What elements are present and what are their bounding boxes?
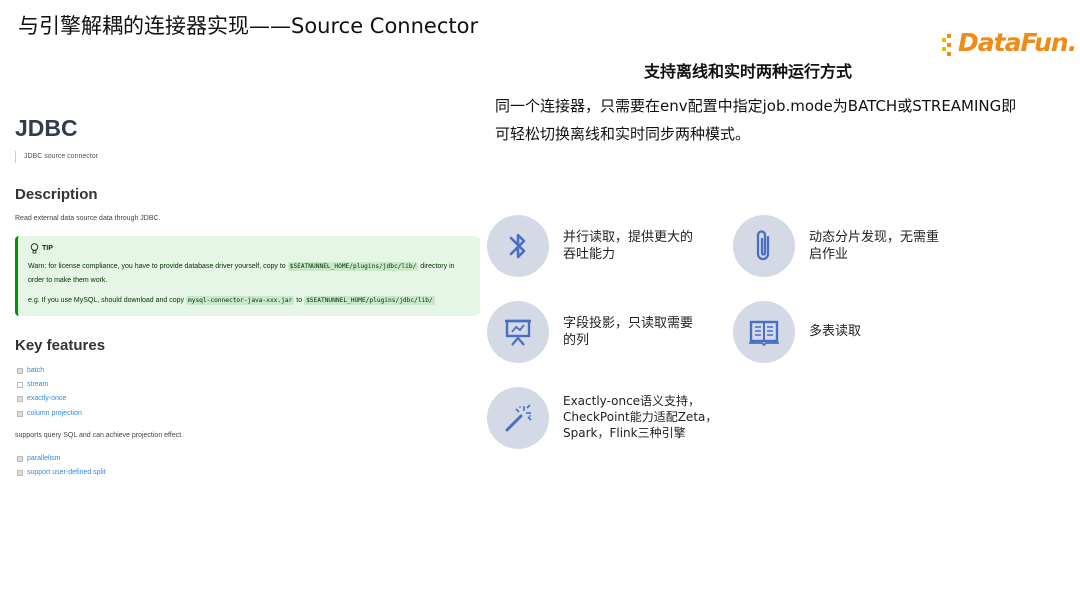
feature-text-line: 并行读取，提供更大的	[563, 230, 694, 245]
doc-subtitle: JDBC source connector	[15, 151, 98, 163]
feature-text-line: 启作业	[809, 247, 849, 262]
para-line: 可轻松切换离线和实时同步两种模式。	[495, 125, 751, 143]
jdbc-doc-panel: JDBC JDBC source connector Description R…	[14, 105, 480, 485]
tip-header: TIP	[30, 243, 53, 254]
para-line: 同一个连接器，只需要在env配置中指定job.mode为BATCH或STREAM…	[495, 97, 1017, 115]
feature-label: column projection	[27, 410, 82, 417]
feature-item[interactable]: support user-defined split	[17, 469, 106, 476]
right-paragraph: 同一个连接器，只需要在env配置中指定job.mode为BATCH或STREAM…	[495, 92, 1055, 148]
feature-item[interactable]: column projection	[17, 410, 82, 417]
checkbox-icon	[17, 469, 23, 476]
feature-parallel-read: 并行读取，提供更大的 吞吐能力	[487, 215, 693, 277]
feature-label: parallelism	[27, 455, 61, 462]
tip-line-3: e.g. If you use MySQL, should download a…	[28, 294, 435, 308]
presentation-icon	[487, 301, 549, 363]
tip-text: directory in	[420, 263, 455, 270]
tip-box: TIP Warn: for license compliance, you ha…	[15, 236, 480, 316]
checkbox-icon	[17, 455, 23, 462]
logo-text: DataFun.	[958, 28, 1077, 57]
feature-item[interactable]: exactly-once	[17, 395, 66, 402]
feature-text-line: 的列	[563, 333, 590, 348]
feature-dynamic-split: 动态分片发现，无需重 启作业	[733, 215, 939, 277]
magic-wand-icon	[487, 387, 549, 449]
feature-label: exactly-once	[27, 395, 67, 402]
slide-title: 与引擎解耦的连接器实现——Source Connector	[18, 14, 479, 38]
checkbox-icon	[17, 367, 23, 374]
doc-title: JDBC	[15, 115, 78, 141]
description-text: Read external data source data through J…	[15, 215, 161, 222]
feature-multi-table: 多表读取	[733, 301, 861, 363]
feature-text-line: 吞吐能力	[563, 247, 616, 262]
tip-text: to	[296, 297, 303, 304]
code-path: $SEATNUNNEL_HOME/plugins/jdbc/lib/	[287, 262, 419, 271]
tip-line-2: order to make them work.	[28, 277, 108, 284]
checkbox-icon	[17, 410, 23, 417]
feature-label: stream	[27, 381, 49, 388]
datafun-logo: DataFun.	[942, 28, 1077, 64]
tip-text: Warn: for license compliance, you have t…	[28, 263, 286, 270]
feature-field-projection: 字段投影，只读取需要 的列	[487, 301, 693, 363]
right-heading: 支持离线和实时两种运行方式	[643, 62, 852, 81]
bluetooth-icon	[487, 215, 549, 277]
key-features-heading: Key features	[15, 337, 106, 354]
feature-text-line: 动态分片发现，无需重	[809, 230, 940, 245]
feature-item[interactable]: stream	[17, 381, 48, 388]
tip-line-1: Warn: for license compliance, you have t…	[28, 260, 455, 274]
description-heading: Description	[15, 186, 98, 203]
feature-exactly-once: Exactly-once语义支持， CheckPoint能力适配Zeta， Sp…	[487, 387, 717, 449]
lightbulb-icon	[30, 243, 39, 254]
feature-text-line: CheckPoint能力适配Zeta，	[563, 410, 718, 424]
code-path: $SEATNUNNEL_HOME/plugins/jdbc/lib/	[304, 296, 435, 305]
checkbox-icon	[17, 381, 23, 388]
feature-item[interactable]: batch	[17, 367, 44, 374]
checkbox-icon	[17, 395, 23, 402]
feature-label: batch	[27, 367, 45, 374]
feature-item[interactable]: parallelism	[17, 455, 60, 462]
paperclip-icon	[733, 215, 795, 277]
code-jar: mysql-connector-java-xxx.jar	[186, 296, 295, 305]
feature-text-line: Exactly-once语义支持，	[563, 394, 701, 408]
feature-text-line: 字段投影，只读取需要	[563, 316, 694, 331]
feature-text-line: 多表读取	[809, 324, 862, 339]
tip-text: e.g. If you use MySQL, should download a…	[28, 297, 185, 304]
projection-note: supports query SQL and can achieve proje…	[15, 432, 184, 439]
tip-label: TIP	[42, 245, 53, 252]
feature-label: support user-defined split	[27, 469, 106, 476]
book-icon	[733, 301, 795, 363]
feature-text-line: Spark，Flink三种引擎	[563, 426, 686, 440]
